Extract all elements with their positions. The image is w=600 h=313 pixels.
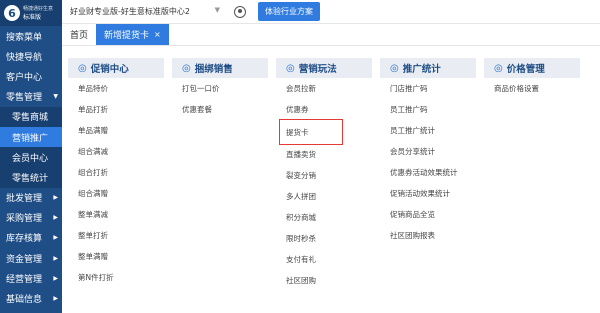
- menu-item[interactable]: 员工推广码: [380, 99, 476, 120]
- sidebar-item-retail-mall[interactable]: 零售商城: [0, 106, 62, 127]
- logo-line1: 畅捷通好生意: [23, 5, 54, 12]
- chevron-down-icon: ▼: [53, 93, 58, 101]
- logo-line2: 标准版: [23, 13, 42, 21]
- topbar: 好业财专业版-好生意标准版中心2 ▼ 体验行业方案: [62, 0, 600, 24]
- menu-item[interactable]: 打包一口价: [172, 78, 268, 99]
- tab-new-pickup-card[interactable]: 新增提货卡 ×: [96, 24, 169, 45]
- menu-item[interactable]: 优惠券活动效果统计: [380, 162, 476, 183]
- menu-item-pickup-card[interactable]: 提货卡: [279, 119, 343, 145]
- tab-home[interactable]: 首页: [62, 24, 96, 45]
- menu-item[interactable]: 多人拼团: [276, 186, 372, 207]
- menu-item[interactable]: 第N件打折: [68, 267, 164, 288]
- menu-item[interactable]: 单品满赠: [68, 120, 164, 141]
- menu-item[interactable]: 社区团购: [276, 270, 372, 291]
- menu-item[interactable]: 会员拉新: [276, 78, 372, 99]
- close-icon[interactable]: ×: [154, 30, 161, 39]
- menu-column-price-management: ◎ 价格管理 商品价格设置: [484, 58, 580, 99]
- sidebar-item-wholesale[interactable]: 批发管理 ▶: [0, 188, 62, 208]
- logo-icon: 6: [4, 5, 20, 21]
- store-select[interactable]: 好业财专业版-好生意标准版中心2 ▼: [70, 6, 220, 17]
- stats-icon: ◎: [390, 62, 399, 74]
- chevron-right-icon: ▶: [53, 234, 58, 242]
- sidebar: 6 畅捷通好生意 标准版 搜索菜单 快捷导航 客户中心 零售管理 ▼ 零售商城 营…: [0, 0, 62, 313]
- logo: 6 畅捷通好生意 标准版: [0, 0, 62, 26]
- price-icon: ◎: [494, 62, 503, 74]
- menu-item[interactable]: 组合满减: [68, 141, 164, 162]
- chevron-right-icon: ▶: [53, 274, 58, 282]
- menu-item[interactable]: 社区团购报表: [380, 225, 476, 246]
- chevron-right-icon: ▶: [53, 254, 58, 262]
- menu-item[interactable]: 单品打折: [68, 99, 164, 120]
- column-header: ◎ 营销玩法: [276, 58, 372, 78]
- sidebar-item-member-center[interactable]: 会员中心: [0, 147, 62, 168]
- menu-item[interactable]: 单品特价: [68, 78, 164, 99]
- menu-item[interactable]: 门店推广码: [380, 78, 476, 99]
- chevron-right-icon: ▶: [53, 214, 58, 222]
- column-header: ◎ 推广统计: [380, 58, 476, 78]
- column-header: ◎ 价格管理: [484, 58, 580, 78]
- menu-item[interactable]: 整单满减: [68, 204, 164, 225]
- menu-item[interactable]: 促销活动效果统计: [380, 183, 476, 204]
- menu-item[interactable]: 优惠券: [276, 99, 372, 120]
- menu-item[interactable]: 积分商城: [276, 207, 372, 228]
- menu-item[interactable]: 裂变分销: [276, 165, 372, 186]
- menu-item[interactable]: 促销商品全览: [380, 204, 476, 225]
- chevron-right-icon: ▶: [53, 194, 58, 202]
- sidebar-item-basic-info[interactable]: 基础信息 ▶: [0, 288, 62, 308]
- menu-column-promotion: ◎ 促销中心 单品特价 单品打折 单品满赠 组合满减 组合打折 组合满赠 整单满减…: [68, 58, 164, 288]
- marketing-menu-panel: ◎ 促销中心 单品特价 单品打折 单品满赠 组合满减 组合打折 组合满赠 整单满减…: [62, 46, 600, 313]
- menu-item[interactable]: 整单满赠: [68, 246, 164, 267]
- sidebar-item-operations[interactable]: 经营管理 ▶: [0, 268, 62, 288]
- trial-industry-button[interactable]: 体验行业方案: [258, 2, 320, 21]
- menu-column-marketing-play: ◎ 营销玩法 会员拉新 优惠券 提货卡 直播卖货 裂变分销 多人拼团 积分商城 限…: [276, 58, 372, 291]
- menu-item[interactable]: 支付有礼: [276, 249, 372, 270]
- sidebar-item-retail-stats[interactable]: 零售统计: [0, 167, 62, 188]
- column-header: ◎ 促销中心: [68, 58, 164, 78]
- menu-item[interactable]: 会员分享统计: [380, 141, 476, 162]
- sidebar-item-funds[interactable]: 资金管理 ▶: [0, 248, 62, 268]
- menu-item[interactable]: 组合满赠: [68, 183, 164, 204]
- sidebar-item-quick-nav[interactable]: 快捷导航: [0, 46, 62, 66]
- menu-item[interactable]: 商品价格设置: [484, 78, 580, 99]
- sidebar-item-search-menu[interactable]: 搜索菜单: [0, 26, 62, 46]
- chevron-down-icon: ▼: [214, 6, 220, 14]
- chevron-right-icon: ▶: [53, 295, 58, 303]
- promotion-icon: ◎: [78, 62, 87, 74]
- sidebar-item-purchase[interactable]: 采购管理 ▶: [0, 208, 62, 228]
- menu-item[interactable]: 直播卖货: [276, 144, 372, 165]
- marketing-icon: ◎: [286, 62, 295, 74]
- menu-item[interactable]: 员工推广统计: [380, 120, 476, 141]
- sidebar-item-retail-management[interactable]: 零售管理 ▼: [0, 87, 62, 107]
- menu-item[interactable]: 优惠套餐: [172, 99, 268, 120]
- menu-item[interactable]: 限时秒杀: [276, 228, 372, 249]
- sidebar-item-customer-center[interactable]: 客户中心: [0, 66, 62, 86]
- menu-item[interactable]: 组合打折: [68, 162, 164, 183]
- bundle-icon: ◎: [182, 62, 191, 74]
- tab-bar: 首页 新增提货卡 ×: [62, 24, 600, 46]
- column-header: ◎ 捆绑销售: [172, 58, 268, 78]
- menu-item[interactable]: 整单打折: [68, 225, 164, 246]
- sidebar-item-marketing[interactable]: 营销推广: [0, 126, 62, 148]
- gear-icon[interactable]: [234, 5, 246, 18]
- sidebar-item-inventory[interactable]: 库存核算 ▶: [0, 228, 62, 248]
- menu-column-promo-stats: ◎ 推广统计 门店推广码 员工推广码 员工推广统计 会员分享统计 优惠券活动效果统…: [380, 58, 476, 246]
- menu-column-bundle-sales: ◎ 捆绑销售 打包一口价 优惠套餐: [172, 58, 268, 120]
